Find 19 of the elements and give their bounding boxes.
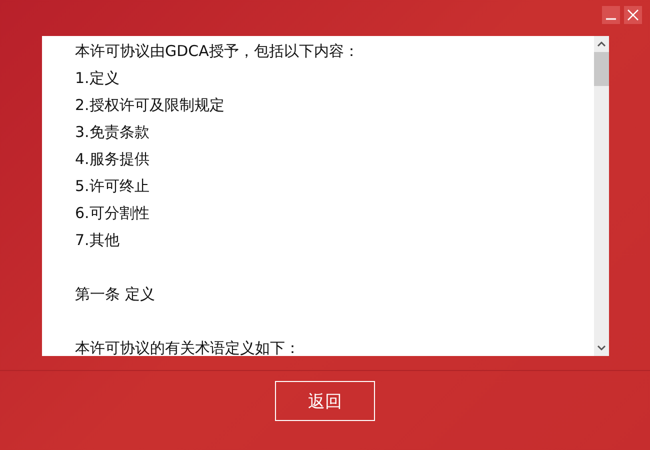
agreement-text-line: 7.其他 — [75, 230, 120, 251]
minimize-button[interactable] — [602, 6, 620, 24]
scrollbar-thumb[interactable] — [594, 52, 609, 86]
agreement-text-line: 2.授权许可及限制规定 — [75, 95, 226, 116]
scroll-up-icon[interactable] — [597, 41, 606, 47]
agreement-text-line: 本许可协议由GDCA授予，包括以下内容： — [75, 41, 360, 62]
agreement-text-line: 5.许可终止 — [75, 176, 150, 197]
back-button[interactable]: 返回 — [275, 381, 375, 421]
agreement-text-line: 1.定义 — [75, 68, 120, 89]
agreement-text-line: 第一条 定义 — [75, 284, 156, 305]
minimize-icon — [606, 18, 616, 20]
close-button[interactable] — [624, 6, 642, 24]
close-icon — [627, 9, 639, 21]
agreement-text-line: 本许可协议的有关术语定义如下： — [75, 338, 301, 356]
scrollbar[interactable] — [594, 36, 609, 356]
agreement-text-line: 4.服务提供 — [75, 149, 150, 170]
scroll-down-icon[interactable] — [597, 345, 606, 351]
agreement-text-line: 3.免责条款 — [75, 122, 150, 143]
agreement-text-line: 6.可分割性 — [75, 203, 150, 224]
